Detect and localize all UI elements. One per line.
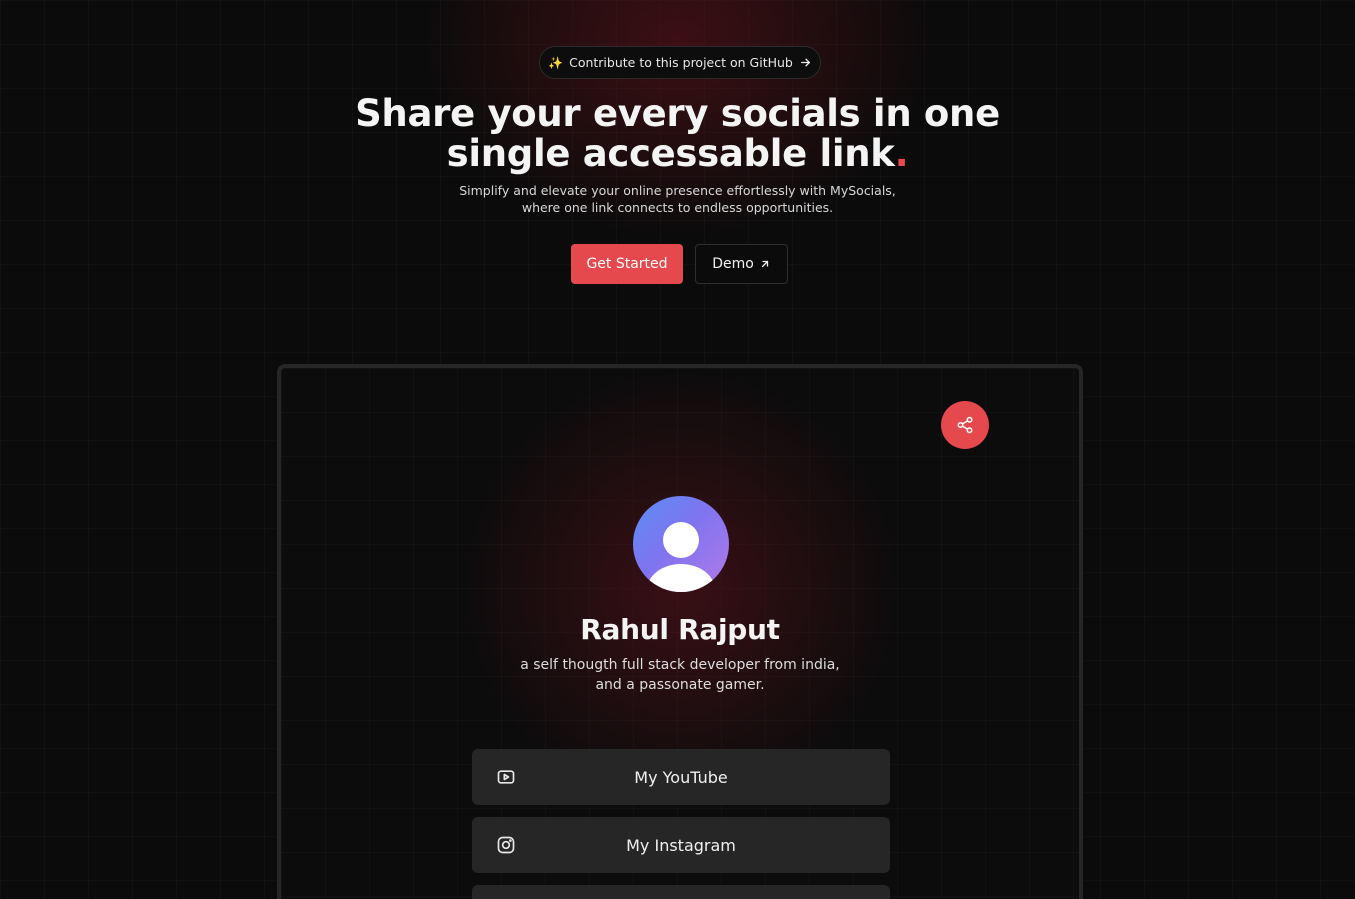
hero-title-line2: single accessable link. [0,134,1355,174]
demo-button[interactable]: Demo [695,244,788,284]
github-contribute-link[interactable]: ✨ Contribute to this project on GitHub [539,46,821,79]
link-card-instagram[interactable]: My Instagram [472,817,890,873]
share-icon [957,416,973,434]
profile-bio: a self thougth full stack developer from… [281,655,1079,695]
hero-subtitle-line1: Simplify and elevate your online presenc… [459,183,896,198]
github-contribute-text: Contribute to this project on GitHub [569,55,793,70]
landing-page: ✨ Contribute to this project on GitHub S… [0,0,1355,899]
get-started-button[interactable]: Get Started [571,244,683,284]
hero-subtitle-line2: where one link connects to endless oppor… [521,199,834,215]
external-arrow-icon [761,260,768,268]
profile-bio-line2: and a passonate gamer. [595,677,765,693]
hero-title: Share your every socials in one single a… [0,94,1355,174]
link-card-label: My Instagram [626,835,736,855]
user-silhouette-icon [647,522,715,592]
instagram-icon [497,836,515,854]
link-card-partial[interactable] [472,885,890,899]
link-card-label: My YouTube [634,767,728,787]
hero-title-accent-dot: . [894,132,909,175]
demo-button-label: Demo [712,256,754,272]
hero-title-line2-text: single accessable link [446,132,895,175]
share-button[interactable] [941,401,989,449]
hero-title-line1: Share your every socials in one [355,92,1000,135]
profile-name: Rahul Rajput [580,613,780,646]
profile-bio-line1: a self thougth full stack developer from… [520,657,840,673]
profile-preview-frame: Rahul Rajput a self thougth full stack d… [277,364,1083,899]
youtube-icon [497,770,515,784]
sparkle-icon: ✨ [548,55,564,70]
arrow-right-icon [800,58,810,67]
hero-subtitle: Simplify and elevate your online presenc… [0,183,1355,216]
link-card-youtube[interactable]: My YouTube [472,749,890,805]
avatar [633,496,729,592]
